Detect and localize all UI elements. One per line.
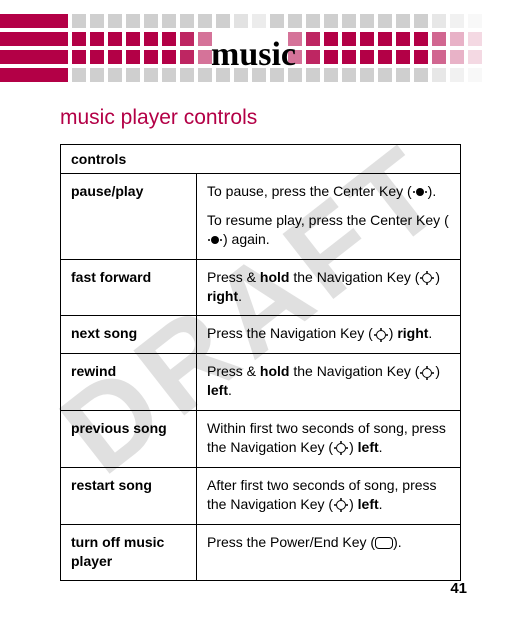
row-label: fast forward <box>61 259 197 316</box>
row-desc: Within first two seconds of song, press … <box>197 411 461 468</box>
nav-key-icon <box>334 498 348 512</box>
row-label: pause/play <box>61 174 197 260</box>
table-row: pause/play To pause, press the Center Ke… <box>61 174 461 260</box>
row-desc: Press & hold the Navigation Key () right… <box>197 259 461 316</box>
row-label: rewind <box>61 354 197 411</box>
row-label: restart song <box>61 467 197 524</box>
table-header: controls <box>61 145 461 174</box>
nav-key-icon <box>374 328 388 342</box>
table-row: fast forward Press & hold the Navigation… <box>61 259 461 316</box>
section-heading: music player controls <box>60 106 461 130</box>
center-key-icon <box>413 185 427 199</box>
row-label: next song <box>61 316 197 354</box>
row-label: previous song <box>61 411 197 468</box>
nav-key-icon <box>420 271 434 285</box>
nav-key-icon <box>420 366 434 380</box>
page-number: 41 <box>450 580 467 597</box>
row-label: turn off music player <box>61 524 197 581</box>
end-key-icon <box>375 537 393 549</box>
table-row: previous song Within first two seconds o… <box>61 411 461 468</box>
row-desc: Press & hold the Navigation Key () left. <box>197 354 461 411</box>
header-dots <box>0 0 507 92</box>
table-row: next song Press the Navigation Key () ri… <box>61 316 461 354</box>
row-desc: To pause, press the Center Key (). To re… <box>197 174 461 260</box>
table-row: restart song After first two seconds of … <box>61 467 461 524</box>
table-row: turn off music player Press the Power/En… <box>61 524 461 581</box>
row-desc: Press the Power/End Key (). <box>197 524 461 581</box>
nav-key-icon <box>334 441 348 455</box>
controls-table: controls pause/play To pause, press the … <box>60 144 461 581</box>
header-decoration: music <box>0 0 507 92</box>
center-key-icon <box>208 233 222 247</box>
table-row: rewind Press & hold the Navigation Key (… <box>61 354 461 411</box>
row-desc: Press the Navigation Key () right. <box>197 316 461 354</box>
row-desc: After first two seconds of song, press t… <box>197 467 461 524</box>
